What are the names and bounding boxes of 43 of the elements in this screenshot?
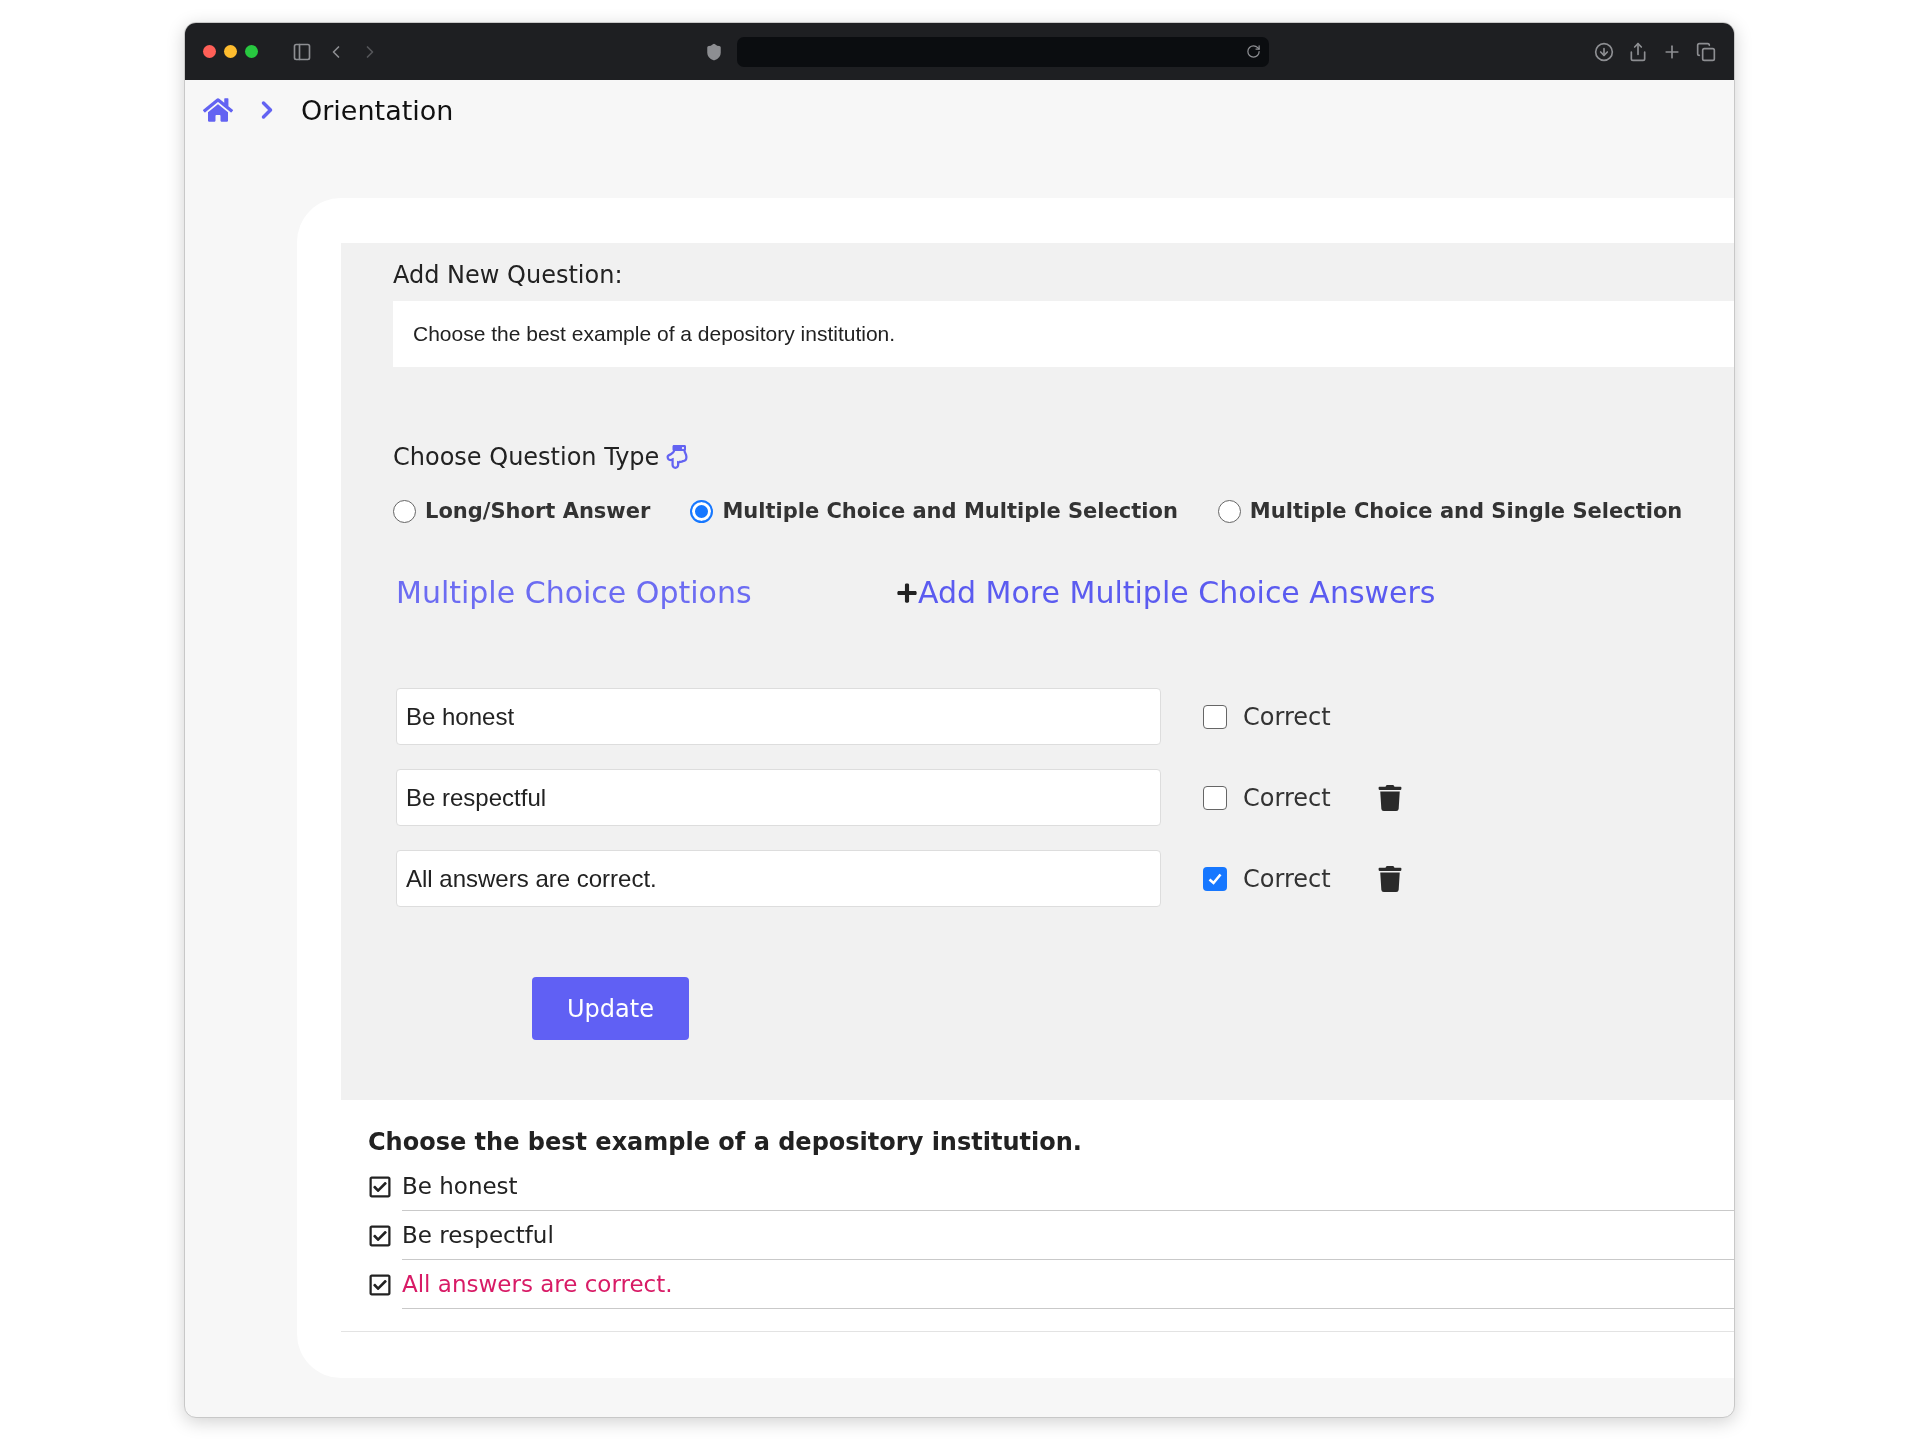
question-type-label: Choose Question Type: [393, 443, 660, 471]
page-title: Orientation: [301, 94, 454, 126]
question-input[interactable]: Choose the best example of a depository institution.: [393, 301, 1734, 367]
correct-checkbox[interactable]: [1203, 785, 1227, 810]
minimize-icon[interactable]: [224, 45, 237, 58]
home-icon[interactable]: [203, 95, 233, 125]
checkbox-icon: [368, 1272, 392, 1297]
correct-checkbox[interactable]: [1203, 866, 1227, 891]
radio-button[interactable]: [690, 499, 714, 523]
correct-label: Correct: [1243, 702, 1332, 731]
trash-button[interactable]: [1377, 865, 1403, 892]
correct-label: Correct: [1243, 864, 1332, 893]
radio-label: Long/Short Answer: [425, 499, 651, 523]
answer-input[interactable]: All answers are correct.: [396, 850, 1161, 907]
radio-button[interactable]: [1217, 499, 1241, 523]
preview-answer: All answers are correct.: [402, 1260, 1734, 1309]
correct-checkbox[interactable]: [1203, 704, 1227, 729]
checkbox-icon: [368, 1223, 392, 1248]
correct-label: Correct: [1243, 783, 1332, 812]
tabs-icon[interactable]: [1696, 41, 1716, 62]
share-icon[interactable]: [1628, 41, 1648, 62]
answer-input[interactable]: Be honest: [396, 688, 1161, 745]
preview-question: Choose the best example of a depository institution.: [368, 1128, 1083, 1156]
radio-label: Multiple Choice and Multiple Selection: [722, 499, 1178, 523]
add-answers-link[interactable]: Add More Multiple Choice Answers: [918, 575, 1436, 610]
hand-pointer-icon: [665, 445, 690, 469]
update-button[interactable]: Update: [532, 977, 689, 1040]
trash-button[interactable]: [1377, 784, 1403, 811]
radio-label: Multiple Choice and Single Selection: [1249, 499, 1683, 523]
section-title: Multiple Choice Options: [396, 575, 753, 610]
close-icon[interactable]: [203, 45, 216, 58]
sidebar-icon[interactable]: [292, 41, 312, 62]
checkbox-icon: [368, 1174, 392, 1199]
preview-answer: Be honest: [402, 1162, 1734, 1211]
question-label: Add New Question:: [393, 261, 624, 289]
maximize-icon[interactable]: [245, 45, 258, 58]
download-icon[interactable]: [1594, 41, 1614, 62]
reload-icon[interactable]: [1246, 44, 1261, 59]
shield-icon[interactable]: [705, 42, 723, 61]
preview-answer: Be respectful: [402, 1211, 1734, 1260]
answer-input[interactable]: Be respectful: [396, 769, 1161, 826]
radio-button[interactable]: [393, 499, 416, 523]
plus-icon: [896, 581, 918, 604]
